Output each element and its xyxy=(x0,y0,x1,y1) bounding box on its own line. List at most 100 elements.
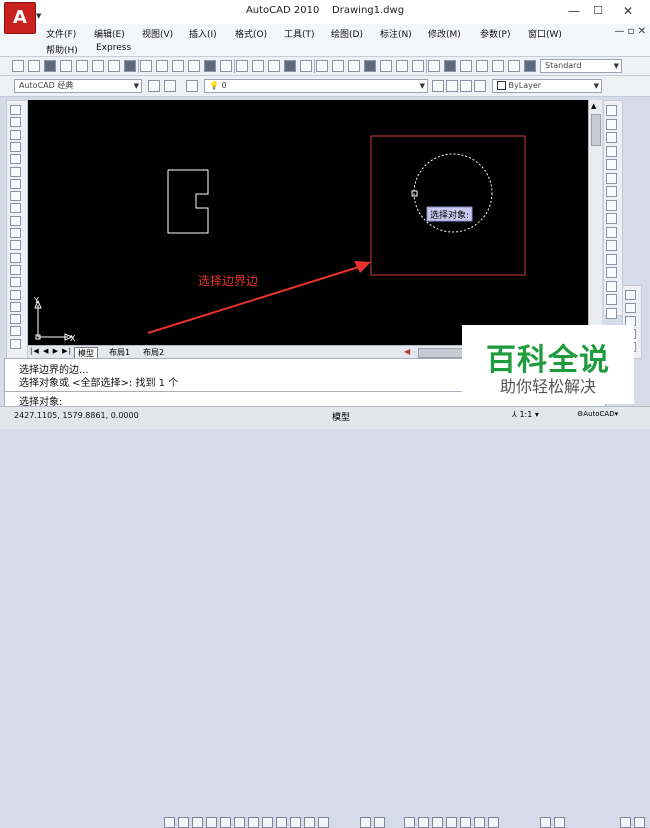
status-toggle-button-icon[interactable] xyxy=(318,817,329,828)
menu-item[interactable]: 标注(N) xyxy=(380,27,412,40)
status-toggle-button-icon[interactable] xyxy=(418,817,429,828)
standard-toolbar-button-icon[interactable] xyxy=(364,60,376,72)
status-toggle-button-icon[interactable] xyxy=(374,817,385,828)
menu-item[interactable]: 插入(I) xyxy=(189,27,217,40)
modify-tool-icon[interactable] xyxy=(606,280,617,292)
standard-toolbar-button-icon[interactable] xyxy=(268,60,280,72)
standard-toolbar-button-icon[interactable] xyxy=(220,60,232,72)
standard-toolbar-button-icon[interactable] xyxy=(492,60,504,72)
modify-tool-icon[interactable] xyxy=(606,105,617,116)
layer-toolbar-button-icon[interactable] xyxy=(474,80,486,92)
draw-tool-icon[interactable] xyxy=(10,154,21,165)
draw-tool-icon[interactable] xyxy=(10,215,21,226)
status-toggle-button-icon[interactable] xyxy=(474,817,485,828)
draw-tool-icon[interactable] xyxy=(10,203,21,214)
color-combo[interactable]: ByLayer ▼ xyxy=(492,79,602,93)
document-window-controls[interactable]: — ▫ ✕ xyxy=(614,26,646,37)
status-toggle-button-icon[interactable] xyxy=(220,817,231,828)
standard-toolbar-button-icon[interactable] xyxy=(476,60,488,72)
draw-tool-icon[interactable] xyxy=(10,117,21,128)
standard-toolbar-button-icon[interactable] xyxy=(124,60,136,72)
standard-toolbar-button-icon[interactable] xyxy=(12,60,24,72)
standard-toolbar-button-icon[interactable] xyxy=(412,60,424,72)
status-toggle-button-icon[interactable] xyxy=(404,817,415,828)
boundary-rectangle[interactable] xyxy=(370,135,526,276)
status-toggle-button-icon[interactable] xyxy=(262,817,273,828)
status-toggle-button-icon[interactable] xyxy=(178,817,189,828)
standard-toolbar-button-icon[interactable] xyxy=(396,60,408,72)
status-toggle-button-icon[interactable] xyxy=(192,817,203,828)
draw-tool-icon[interactable] xyxy=(10,178,21,189)
status-toggle-button-icon[interactable] xyxy=(432,817,443,828)
standard-toolbar-button-icon[interactable] xyxy=(44,60,56,72)
draw-tool-icon[interactable] xyxy=(10,338,21,349)
standard-toolbar-button-icon[interactable] xyxy=(188,60,200,72)
draw-tool-icon[interactable] xyxy=(10,289,21,300)
standard-toolbar-button-icon[interactable] xyxy=(252,60,264,72)
layer-toolbar-button-icon[interactable] xyxy=(164,80,176,92)
maximize-button[interactable]: ☐ xyxy=(584,2,612,20)
status-toggle-button-icon[interactable] xyxy=(164,817,175,828)
layer-toolbar-button-icon[interactable] xyxy=(186,80,198,92)
model-space-button[interactable]: 模型 xyxy=(332,410,350,423)
standard-toolbar-button-icon[interactable] xyxy=(428,60,440,72)
draw-tool-icon[interactable] xyxy=(10,264,21,275)
standard-toolbar-button-icon[interactable] xyxy=(140,60,152,72)
draw-tool-icon[interactable] xyxy=(10,277,21,288)
modify-tool-icon[interactable] xyxy=(606,307,617,319)
scroll-up-icon[interactable]: ▲ xyxy=(591,102,596,110)
standard-toolbar-button-icon[interactable] xyxy=(92,60,104,72)
standard-toolbar-button-icon[interactable] xyxy=(444,60,456,72)
menu-item[interactable]: 格式(O) xyxy=(235,27,267,40)
status-toggle-button-icon[interactable] xyxy=(248,817,259,828)
menu-item[interactable]: 文件(F) xyxy=(46,27,76,40)
standard-toolbar-button-icon[interactable] xyxy=(204,60,216,72)
status-toggle-button-icon[interactable] xyxy=(634,817,645,828)
layer-toolbar-button-icon[interactable] xyxy=(460,80,472,92)
draw-tool-icon[interactable] xyxy=(10,141,21,152)
tab-layout1[interactable]: 布局1 xyxy=(106,347,133,358)
draw-order-tool-icon[interactable] xyxy=(625,303,636,313)
standard-toolbar-button-icon[interactable] xyxy=(284,60,296,72)
vertical-scrollbar[interactable]: ▲ xyxy=(588,100,602,345)
coordinate-readout[interactable]: 2427.1105, 1579.8861, 0.0000 xyxy=(14,411,139,420)
notched-rectangle-entity[interactable] xyxy=(167,169,209,234)
close-button[interactable]: ✕ xyxy=(614,2,642,20)
app-menu-arrow-icon[interactable]: ▼ xyxy=(36,12,41,20)
layer-toolbar-button-icon[interactable] xyxy=(148,80,160,92)
menu-item[interactable]: 绘图(D) xyxy=(331,27,363,40)
autocad-logo-icon[interactable]: A xyxy=(4,2,36,34)
status-toggle-button-icon[interactable] xyxy=(446,817,457,828)
modify-tool-icon[interactable] xyxy=(606,145,617,157)
layer-toolbar-button-icon[interactable] xyxy=(432,80,444,92)
menu-item[interactable]: 帮助(H) xyxy=(46,43,78,56)
modify-tool-icon[interactable] xyxy=(606,159,617,170)
layer-toolbar-button-icon[interactable] xyxy=(446,80,458,92)
standard-toolbar-button-icon[interactable] xyxy=(172,60,184,72)
standard-toolbar-button-icon[interactable] xyxy=(380,60,392,72)
status-toggle-button-icon[interactable] xyxy=(290,817,301,828)
modify-tool-icon[interactable] xyxy=(606,240,617,251)
status-toggle-button-icon[interactable] xyxy=(234,817,245,828)
draw-tool-icon[interactable] xyxy=(10,240,21,251)
draw-tool-icon[interactable] xyxy=(10,228,21,238)
standard-toolbar-button-icon[interactable] xyxy=(76,60,88,72)
modify-tool-icon[interactable] xyxy=(606,294,617,305)
draw-tool-icon[interactable] xyxy=(10,105,21,115)
scroll-thumb[interactable] xyxy=(591,114,601,146)
status-toggle-button-icon[interactable] xyxy=(488,817,499,828)
standard-toolbar-button-icon[interactable] xyxy=(300,60,312,72)
status-toggle-button-icon[interactable] xyxy=(460,817,471,828)
standard-toolbar-button-icon[interactable] xyxy=(348,60,360,72)
draw-tool-icon[interactable] xyxy=(10,252,21,263)
status-toggle-button-icon[interactable] xyxy=(206,817,217,828)
status-toggle-button-icon[interactable] xyxy=(540,817,551,828)
modify-tool-icon[interactable] xyxy=(606,253,617,265)
workspace-switch[interactable]: ⚙AutoCAD▾ xyxy=(577,410,618,418)
tab-layout2[interactable]: 布局2 xyxy=(140,347,167,358)
menu-item[interactable]: Express xyxy=(96,43,131,53)
menu-item[interactable]: 窗口(W) xyxy=(528,27,562,40)
workspace-combo[interactable]: AutoCAD 经典 ▼ xyxy=(14,79,142,93)
standard-toolbar-button-icon[interactable] xyxy=(332,60,344,72)
modify-tool-icon[interactable] xyxy=(606,226,617,238)
